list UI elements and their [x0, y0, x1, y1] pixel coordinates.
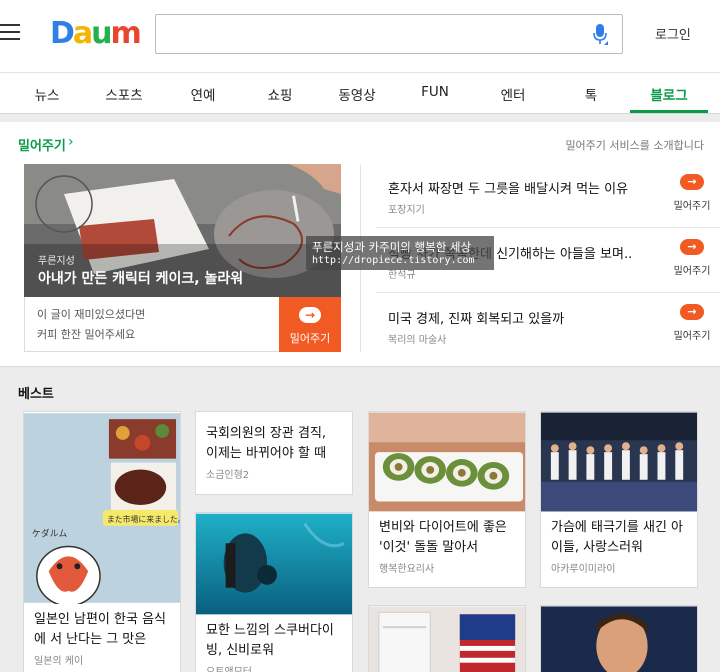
feature-source: 푸른지성: [38, 256, 75, 267]
push-list-item[interactable]: 혼자서 짜장면 두 그릇을 배달시켜 먹는 이유 포장지기 → 밀어주기: [376, 164, 720, 228]
card-image: [369, 606, 525, 672]
best-card[interactable]: [540, 605, 698, 672]
menu-icon[interactable]: [0, 24, 22, 42]
microphone-icon[interactable]: [592, 23, 608, 47]
card-image: [541, 412, 697, 512]
logo-letter: m: [110, 16, 142, 51]
best-card[interactable]: 변비와 다이어트에 좋은 '이것' 돌돌 말아서 행복한요리사: [368, 411, 526, 588]
tab-fun[interactable]: FUN: [421, 84, 449, 100]
daum-logo[interactable]: Daum: [50, 16, 142, 51]
tab-news[interactable]: 뉴스: [35, 84, 60, 104]
card-title[interactable]: 국회의원의 장관 겸직, 이제는 바뀌어야 할 때: [206, 424, 342, 464]
active-tab-indicator: [630, 110, 708, 113]
card-source: 아카루이미라이: [551, 564, 616, 575]
push-section-title[interactable]: 밀어주기: [18, 135, 66, 154]
push-item-title[interactable]: 미국 경제, 진짜 회복되고 있을까: [388, 308, 564, 327]
card-title[interactable]: 묘한 느낌의 스쿠버다이빙, 신비로워: [206, 621, 342, 661]
best-section-title: 베스트: [18, 387, 54, 402]
push-button[interactable]: → 밀어주기: [672, 304, 712, 344]
card-image: [369, 412, 525, 512]
feature-image[interactable]: 푸른지성 아내가 만든 캐릭터 케이크, 놀라워: [24, 164, 341, 297]
best-card[interactable]: 가슴에 태극기를 새긴 아이들, 사랑스러워 아카루이미라이: [540, 411, 698, 588]
push-button-label: 밀어주기: [673, 331, 711, 342]
watermark: 푸른지성과 카주미의 행복한 세상 http://dropiece.tistor…: [306, 236, 494, 270]
card-image: また市場に来ました。 ケダルム: [24, 413, 180, 604]
push-button-label: 밀어주기: [673, 201, 711, 212]
category-tabs: 뉴스 스포츠 연예 쇼핑 동영상 FUN 엔터 톡 블로그: [0, 72, 720, 114]
tab-talk[interactable]: 톡: [585, 84, 597, 104]
logo-letter: a: [72, 16, 93, 51]
card-source: 오토앤모터: [206, 663, 252, 672]
push-button[interactable]: → 밀어주기: [672, 239, 712, 279]
card-source: 소금인형2: [206, 470, 250, 481]
chevron-right-icon[interactable]: ›: [68, 134, 74, 150]
feature-push-box: 이 글이 재미있으셨다면 커피 한잔 밀어주세요 → 밀어주기: [24, 297, 341, 352]
section-divider: [0, 114, 720, 122]
push-item-title[interactable]: 혼자서 짜장면 두 그릇을 배달시켜 먹는 이유: [388, 178, 628, 197]
tab-shopping[interactable]: 쇼핑: [268, 84, 293, 104]
arrow-right-icon: →: [299, 307, 321, 323]
tab-entertainment[interactable]: 연예: [191, 84, 216, 104]
push-button-label: 밀어주기: [289, 332, 331, 345]
push-button[interactable]: → 밀어주기: [672, 174, 712, 214]
image-caption: また市場に来ました。: [107, 514, 180, 524]
tab-blog[interactable]: 블로그: [650, 84, 687, 104]
card-image: [541, 606, 697, 672]
feature-note: 커피 한잔 밀어주세요: [37, 328, 136, 341]
login-link[interactable]: 로그인: [655, 24, 691, 43]
push-list-item[interactable]: 미국 경제, 진짜 회복되고 있을까 복리의 마술사 → 밀어주기: [376, 294, 720, 358]
best-card[interactable]: 묘한 느낌의 스쿠버다이빙, 신비로워 오토앤모터: [195, 512, 353, 672]
watermark-line: http://dropiece.tistory.com: [312, 255, 475, 266]
best-card[interactable]: 국회의원의 장관 겸직, 이제는 바뀌어야 할 때 소금인형2: [195, 411, 353, 495]
card-source: 일본의 케이: [34, 656, 84, 667]
push-item-source: 포장지기: [388, 205, 425, 216]
arrow-right-icon: →: [680, 174, 704, 190]
logo-letter: u: [91, 16, 112, 51]
push-intro-link[interactable]: 밀어주기 서비스를 소개합니다: [565, 137, 704, 153]
tab-sports[interactable]: 스포츠: [105, 84, 142, 104]
watermark-line: 푸른지성과 카주미의 행복한 세상: [312, 240, 472, 254]
card-title[interactable]: 변비와 다이어트에 좋은 '이것' 돌돌 말아서: [379, 518, 515, 558]
push-item-source: 복리의 마술사: [388, 335, 447, 346]
feature-note: 이 글이 재미있으셨다면: [37, 308, 146, 321]
search-input[interactable]: [155, 14, 623, 54]
tab-video[interactable]: 동영상: [338, 84, 375, 104]
tab-enter[interactable]: 엔터: [501, 84, 526, 104]
feature-title[interactable]: 아내가 만든 캐릭터 케이크, 놀라워: [38, 268, 243, 288]
image-label: ケダルム: [32, 528, 67, 540]
best-card[interactable]: また市場に来ました。 ケダルム 일본인 남편이 한국 음식에 서 난다는 그 맛…: [23, 411, 181, 672]
card-image: [196, 513, 352, 615]
arrow-right-icon: →: [680, 304, 704, 320]
logo-letter: D: [50, 16, 75, 51]
card-source: 행복한요리사: [379, 564, 435, 575]
push-button[interactable]: → 밀어주기: [279, 297, 341, 352]
card-title[interactable]: 가슴에 태극기를 새긴 아이들, 사랑스러워: [551, 518, 687, 558]
push-button-label: 밀어주기: [673, 266, 711, 277]
best-section: 베스트 また市場に来ました。 ケダルム 일본인 남편이 한국 음식에 서 난다는…: [0, 366, 720, 672]
best-card[interactable]: [368, 605, 526, 672]
card-title[interactable]: 일본인 남편이 한국 음식에 서 난다는 그 맛은: [34, 610, 170, 650]
header: Daum 로그인: [0, 0, 720, 70]
arrow-right-icon: →: [680, 239, 704, 255]
